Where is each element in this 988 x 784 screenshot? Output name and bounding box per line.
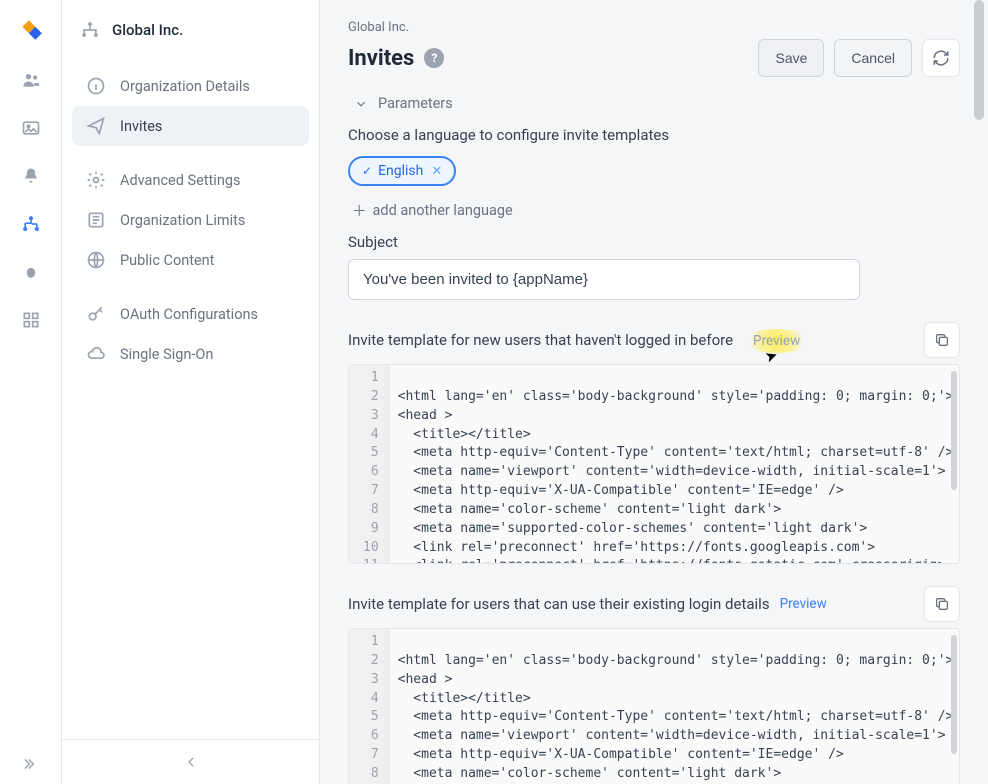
preview-link-existing-user[interactable]: Preview	[780, 596, 827, 612]
page-title: Invites ?	[348, 46, 444, 71]
breadcrumb: Global Inc.	[348, 20, 960, 35]
icon-rail	[0, 0, 62, 784]
add-language-button[interactable]: ＋ add another language	[352, 200, 513, 221]
language-chip-english[interactable]: ✓ English ✕	[348, 156, 456, 186]
org-header[interactable]: Global Inc.	[62, 0, 319, 60]
code-editor-new-user[interactable]: 123456789101112 <html lang='en' class='b…	[348, 364, 960, 564]
cloud-icon	[86, 344, 106, 364]
sidebar-item-invites[interactable]: Invites	[72, 106, 309, 146]
sidebar-item-public[interactable]: Public Content	[72, 240, 309, 280]
sidebar-item-label: Organization Details	[120, 78, 250, 95]
gear-icon	[86, 170, 106, 190]
org-tree-icon	[80, 20, 100, 40]
code-scrollbar[interactable]	[951, 371, 957, 490]
limits-icon	[86, 210, 106, 230]
cancel-button[interactable]: Cancel	[834, 39, 912, 77]
sidebar-item-label: Organization Limits	[120, 212, 245, 229]
app-logo[interactable]	[17, 16, 45, 44]
refresh-icon	[932, 49, 950, 67]
parameters-toggle[interactable]: Parameters	[354, 95, 960, 112]
globe-icon	[86, 250, 106, 270]
main-content: Global Inc. Invites ? Save Cancel Parame…	[320, 0, 988, 784]
users-icon[interactable]	[19, 68, 43, 92]
remove-language-icon[interactable]: ✕	[431, 164, 442, 179]
expand-rail-icon[interactable]	[19, 760, 43, 784]
sidebar: Global Inc. Organization Details Invites…	[62, 0, 320, 784]
help-icon[interactable]: ?	[424, 48, 444, 68]
chevron-left-icon	[183, 754, 199, 770]
image-icon[interactable]	[19, 116, 43, 140]
sidebar-item-label: Public Content	[120, 252, 214, 269]
key-icon	[86, 304, 106, 324]
bell-icon[interactable]	[19, 164, 43, 188]
sidebar-item-label: Invites	[120, 118, 162, 135]
send-icon	[86, 116, 106, 136]
subject-input[interactable]	[348, 259, 860, 300]
sidebar-nav: Organization Details Invites Advanced Se…	[62, 60, 319, 380]
sidebar-item-org-details[interactable]: Organization Details	[72, 66, 309, 106]
copy-icon	[934, 596, 950, 612]
refresh-button[interactable]	[922, 39, 960, 77]
copy-button-existing-user[interactable]	[924, 586, 960, 622]
sidebar-item-sso[interactable]: Single Sign-On	[72, 334, 309, 374]
save-button[interactable]: Save	[758, 39, 824, 77]
plus-icon: ＋	[352, 200, 367, 221]
preview-link-new-user[interactable]: Preview	[743, 329, 810, 353]
code-editor-existing-user[interactable]: 123456789101112 <html lang='en' class='b…	[348, 628, 960, 784]
template-new-user-label: Invite template for new users that haven…	[348, 331, 733, 349]
sidebar-item-advanced[interactable]: Advanced Settings	[72, 160, 309, 200]
check-icon: ✓	[362, 164, 372, 178]
copy-icon	[934, 332, 950, 348]
template-existing-user-label: Invite template for users that can use t…	[348, 595, 770, 613]
sidebar-item-label: Single Sign-On	[120, 346, 213, 363]
choose-language-label: Choose a language to configure invite te…	[348, 126, 960, 144]
sidebar-item-limits[interactable]: Organization Limits	[72, 200, 309, 240]
chevron-down-icon	[354, 97, 368, 111]
sidebar-item-oauth[interactable]: OAuth Configurations	[72, 294, 309, 334]
sidebar-collapse[interactable]	[62, 739, 319, 784]
grid-icon[interactable]	[19, 308, 43, 332]
sidebar-item-label: Advanced Settings	[120, 172, 240, 189]
code-scrollbar[interactable]	[951, 635, 957, 754]
scrollbar-thumb[interactable]	[974, 0, 984, 120]
org-tree-icon[interactable]	[19, 212, 43, 236]
org-name: Global Inc.	[112, 21, 183, 39]
bug-icon[interactable]	[19, 260, 43, 284]
page-actions: Save Cancel	[758, 39, 960, 77]
subject-label: Subject	[348, 233, 960, 251]
sidebar-item-label: OAuth Configurations	[120, 306, 258, 323]
copy-button-new-user[interactable]	[924, 322, 960, 358]
info-icon	[86, 76, 106, 96]
